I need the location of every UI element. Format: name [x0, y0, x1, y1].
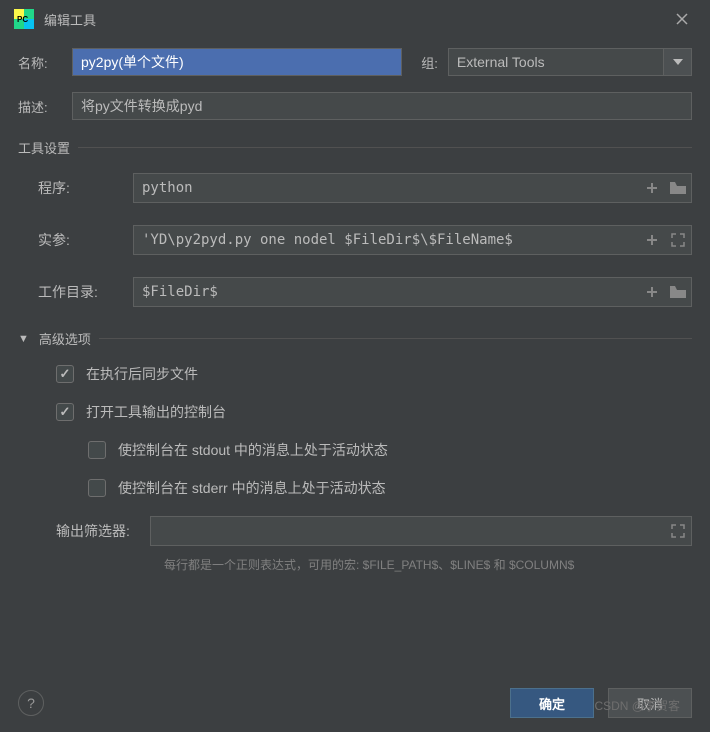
browse-folder-icon[interactable] [669, 283, 687, 301]
args-input[interactable]: 'YD\py2pyd.py one nodel $FileDir$\$FileN… [134, 225, 637, 255]
group-label: 组: [412, 53, 438, 72]
cancel-button[interactable]: 取消 [608, 688, 692, 718]
output-filter-label: 输出筛选器: [56, 521, 150, 541]
desc-input[interactable]: 将py文件转换成pyd [72, 92, 692, 120]
advanced-title: 高级选项 [39, 329, 91, 348]
args-label: 实参: [38, 230, 133, 250]
pycharm-icon: PC [14, 9, 34, 29]
group-select[interactable]: External Tools [448, 48, 664, 76]
output-filter-input[interactable] [151, 516, 663, 546]
svg-text:PC: PC [17, 15, 28, 24]
help-button[interactable]: ? [18, 690, 44, 716]
workdir-input[interactable]: $FileDir$ [134, 277, 637, 307]
stderr-label: 使控制台在 stderr 中的消息上处于活动状态 [118, 478, 386, 498]
close-button[interactable] [668, 5, 696, 33]
divider-line [99, 338, 692, 339]
expand-triangle-icon: ▼ [18, 333, 29, 345]
sync-label: 在执行后同步文件 [86, 364, 198, 384]
advanced-section-header[interactable]: ▼ 高级选项 [18, 329, 692, 348]
program-label: 程序: [38, 178, 133, 198]
name-label: 名称: [18, 53, 62, 72]
stdout-label: 使控制台在 stdout 中的消息上处于活动状态 [118, 440, 388, 460]
output-filter-hint: 每行都是一个正则表达式，可用的宏: $FILE_PATH$、$LINE$ 和 $… [18, 556, 692, 573]
stderr-checkbox[interactable] [88, 479, 106, 497]
program-input[interactable]: python [134, 173, 637, 203]
stdout-checkbox[interactable] [88, 441, 106, 459]
name-input[interactable]: py2py(单个文件) [72, 48, 402, 76]
expand-icon[interactable] [669, 522, 687, 540]
desc-label: 描述: [18, 97, 62, 116]
workdir-label: 工作目录: [38, 282, 133, 302]
insert-macro-icon[interactable] [643, 231, 661, 249]
tool-settings-title: 工具设置 [18, 138, 70, 157]
insert-macro-icon[interactable] [643, 283, 661, 301]
console-checkbox[interactable] [56, 403, 74, 421]
divider-line [78, 147, 692, 148]
window-title: 编辑工具 [44, 10, 96, 29]
tool-settings-section: 工具设置 [18, 138, 692, 157]
expand-icon[interactable] [669, 231, 687, 249]
group-dropdown-arrow[interactable] [664, 48, 692, 76]
insert-macro-icon[interactable] [643, 179, 661, 197]
console-label: 打开工具输出的控制台 [86, 402, 226, 422]
ok-button[interactable]: 确定 [510, 688, 594, 718]
browse-folder-icon[interactable] [669, 179, 687, 197]
titlebar: PC 编辑工具 [0, 0, 710, 38]
sync-checkbox[interactable] [56, 365, 74, 383]
